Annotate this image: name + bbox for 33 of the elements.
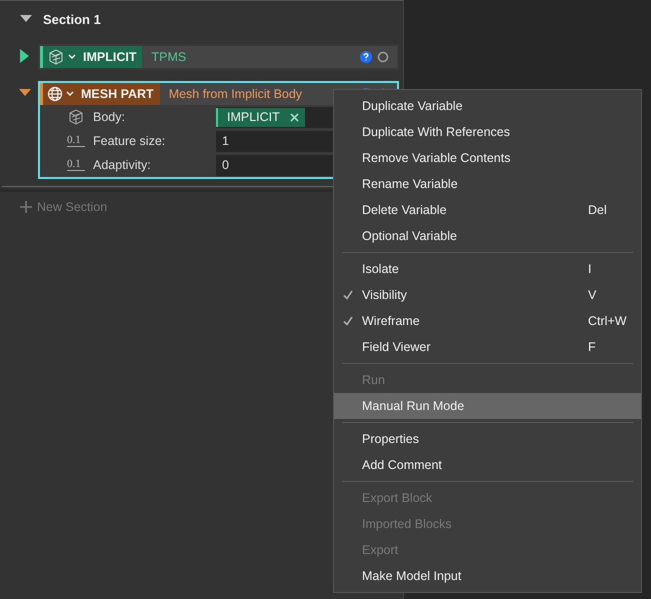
menu-item[interactable]: Wireframe Ctrl+W xyxy=(334,308,641,334)
menu-item[interactable]: Field Viewer F xyxy=(334,334,641,360)
menu-item[interactable]: Properties xyxy=(334,426,641,452)
status-circle-icon[interactable] xyxy=(377,51,389,63)
parameter-label: Feature size: xyxy=(93,134,166,148)
menu-item[interactable]: Delete Variable Del xyxy=(334,197,641,223)
expand-triangle-icon[interactable] xyxy=(19,49,31,63)
block-name: Mesh from Implicit Body xyxy=(168,87,304,101)
block-card[interactable]: IMPLICIT TPMS xyxy=(38,44,399,70)
globe-icon xyxy=(47,86,63,102)
menu-item[interactable]: Optional Variable xyxy=(334,223,641,249)
parameter-label: Adaptivity: xyxy=(93,158,152,172)
menu-item[interactable]: Manual Run Mode xyxy=(334,393,641,419)
wireframe-cube-icon xyxy=(67,108,85,126)
menu-item[interactable]: Isolate I xyxy=(334,256,641,282)
wireframe-cube-icon xyxy=(47,48,65,66)
block-type-badge[interactable]: IMPLICIT xyxy=(40,46,142,68)
block-type-label: MESH PART xyxy=(81,87,154,101)
parameter-label: Body: xyxy=(93,110,126,124)
plus-icon xyxy=(20,201,32,213)
menu-item[interactable]: Add Comment xyxy=(334,452,641,478)
block-type-label: IMPLICIT xyxy=(83,50,136,64)
help-icon[interactable] xyxy=(360,51,372,63)
chevron-down-icon xyxy=(68,54,76,60)
collapse-triangle-icon[interactable] xyxy=(20,15,32,23)
block-type-badge[interactable]: MESH PART xyxy=(40,83,160,105)
body-reference-chip[interactable]: IMPLICIT xyxy=(216,108,305,126)
block-name: TPMS xyxy=(151,50,188,64)
menu-item[interactable]: Visibility V xyxy=(334,282,641,308)
menu-item[interactable]: Make Model Input xyxy=(334,563,641,589)
close-icon[interactable] xyxy=(290,112,299,122)
section-title: Section 1 xyxy=(43,12,101,26)
chevron-down-icon xyxy=(66,91,74,97)
